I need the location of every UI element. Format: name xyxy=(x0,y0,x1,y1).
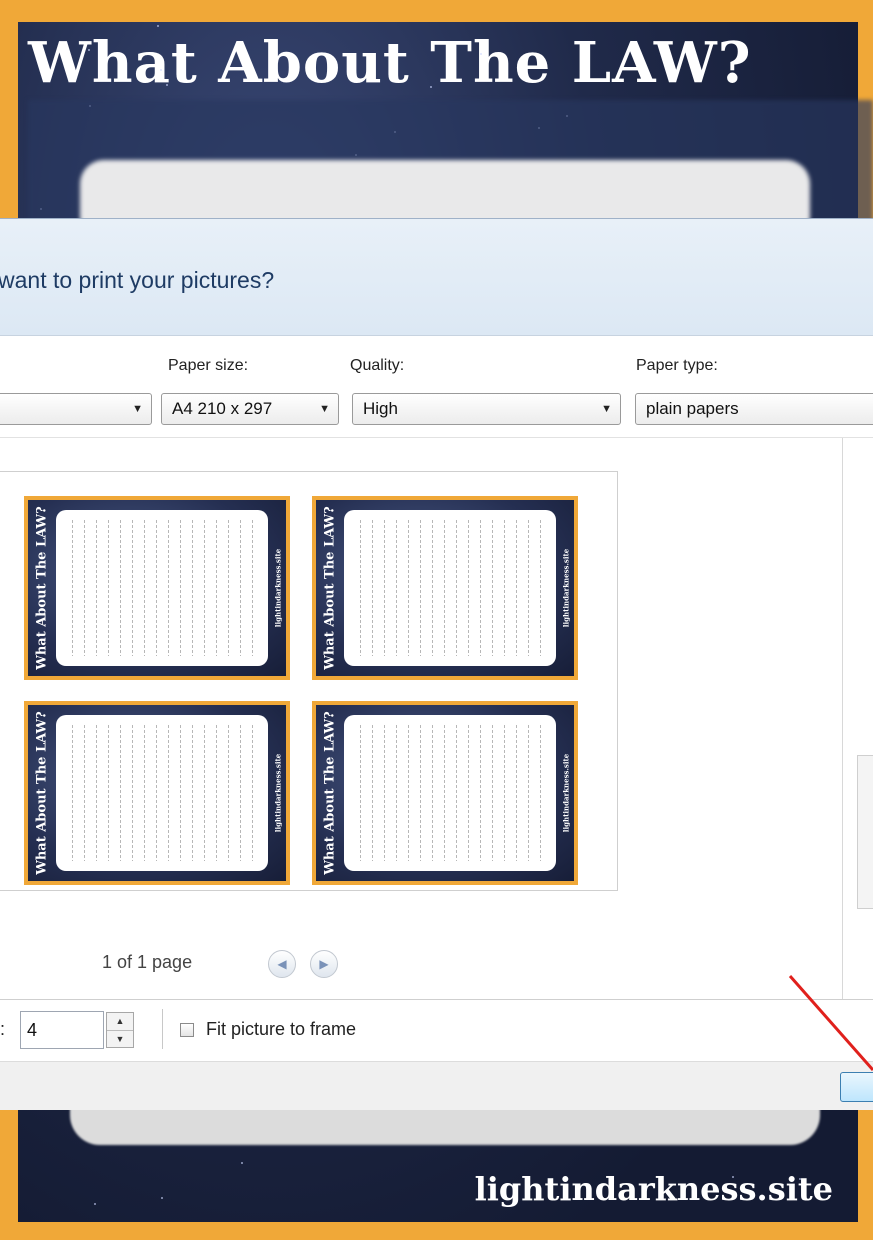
picture-footer-text: lightindarkness.site xyxy=(561,753,571,833)
fit-picture-label[interactable]: Fit picture to frame xyxy=(206,1019,356,1040)
picture-footer: lightindarkness.site xyxy=(560,504,572,672)
fit-picture-checkbox[interactable] xyxy=(180,1023,194,1037)
picture-footer-text: lightindarkness.site xyxy=(561,548,571,628)
picture-text-panel xyxy=(56,715,268,871)
paper-size-select[interactable]: A4 210 x 297 ▼ xyxy=(161,393,339,425)
bottom-separator xyxy=(0,999,873,1000)
picture-title-text: What About The LAW? xyxy=(34,711,50,875)
paper-type-select[interactable]: plain papers xyxy=(635,393,873,425)
paper-type-label: Paper type: xyxy=(636,357,718,374)
paper-size-label: Paper size: xyxy=(168,357,249,374)
star-dot xyxy=(156,25,159,28)
picture-title: What About The LAW? xyxy=(318,709,342,877)
picture-text-panel xyxy=(344,715,556,871)
picture-title-text: What About The LAW? xyxy=(322,506,338,670)
chevron-down-icon: ▼ xyxy=(132,403,143,415)
star-dot xyxy=(87,48,90,51)
picture-footer: lightindarkness.site xyxy=(560,709,572,877)
quality-select[interactable]: High ▼ xyxy=(352,393,621,425)
preview-picture: What About The LAW? lightindarkness.site xyxy=(24,496,290,680)
panel-divider xyxy=(842,438,843,1000)
quality-value: High xyxy=(363,399,398,418)
picture-footer: lightindarkness.site xyxy=(272,504,284,672)
preview-picture: What About The LAW? lightindarkness.site xyxy=(24,701,290,885)
picture-text-panel xyxy=(344,510,556,666)
print-button[interactable] xyxy=(840,1072,873,1102)
print-preview: What About The LAW? lightindarkness.site… xyxy=(0,471,618,891)
picture-background: What About The LAW? lightindarkness.site xyxy=(28,705,286,881)
picture-background: What About The LAW? lightindarkness.site xyxy=(316,705,574,881)
star-dot xyxy=(166,83,169,86)
poster-footer: lightindarkness.site xyxy=(474,1170,833,1208)
paper-type-value: plain papers xyxy=(646,399,739,418)
copies-stepper[interactable]: ▲ ▼ xyxy=(106,1012,134,1048)
chevron-right-icon: ▶ xyxy=(319,957,329,971)
dialog-question: want to print your pictures? xyxy=(0,267,275,293)
quality-label: Quality: xyxy=(350,357,405,374)
blurred-background-panel xyxy=(70,1105,820,1145)
chevron-left-icon: ◀ xyxy=(277,957,287,971)
decrement-icon[interactable]: ▼ xyxy=(107,1031,133,1048)
dialog-footer xyxy=(0,1061,873,1110)
page-indicator: 1 of 1 page xyxy=(102,952,193,972)
picture-footer-text: lightindarkness.site xyxy=(273,548,283,628)
layout-option[interactable] xyxy=(857,755,873,909)
dialog-header: want to print your pictures? xyxy=(0,219,873,336)
paper-size-value: A4 210 x 297 xyxy=(172,399,273,418)
chevron-down-icon: ▼ xyxy=(319,403,330,415)
toolbar-divider xyxy=(162,1009,163,1049)
picture-title: What About The LAW? xyxy=(30,504,54,672)
picture-title: What About The LAW? xyxy=(30,709,54,877)
chevron-down-icon: ▼ xyxy=(601,403,612,415)
picture-title-text: What About The LAW? xyxy=(322,711,338,875)
next-page-button[interactable]: ▶ xyxy=(310,950,338,978)
picture-title-text: What About The LAW? xyxy=(34,506,50,670)
picture-title: What About The LAW? xyxy=(318,504,342,672)
poster-title: What About The LAW? xyxy=(28,30,752,96)
picture-footer-text: lightindarkness.site xyxy=(273,753,283,833)
increment-icon[interactable]: ▲ xyxy=(107,1013,133,1031)
preview-picture: What About The LAW? lightindarkness.site xyxy=(312,496,578,680)
picture-background: What About The LAW? lightindarkness.site xyxy=(28,500,286,676)
picture-footer: lightindarkness.site xyxy=(272,709,284,877)
copies-input[interactable]: 4 xyxy=(20,1011,104,1049)
picture-text-panel xyxy=(56,510,268,666)
printer-select[interactable]: ▼ xyxy=(0,393,152,425)
print-pictures-dialog: want to print your pictures? Paper size:… xyxy=(0,218,873,1110)
options-separator xyxy=(0,437,873,438)
copies-label: : xyxy=(0,1019,6,1039)
previous-page-button[interactable]: ◀ xyxy=(268,950,296,978)
star-dot xyxy=(430,85,433,88)
star-dot xyxy=(159,68,162,71)
preview-picture: What About The LAW? lightindarkness.site xyxy=(312,701,578,885)
picture-background: What About The LAW? lightindarkness.site xyxy=(316,500,574,676)
